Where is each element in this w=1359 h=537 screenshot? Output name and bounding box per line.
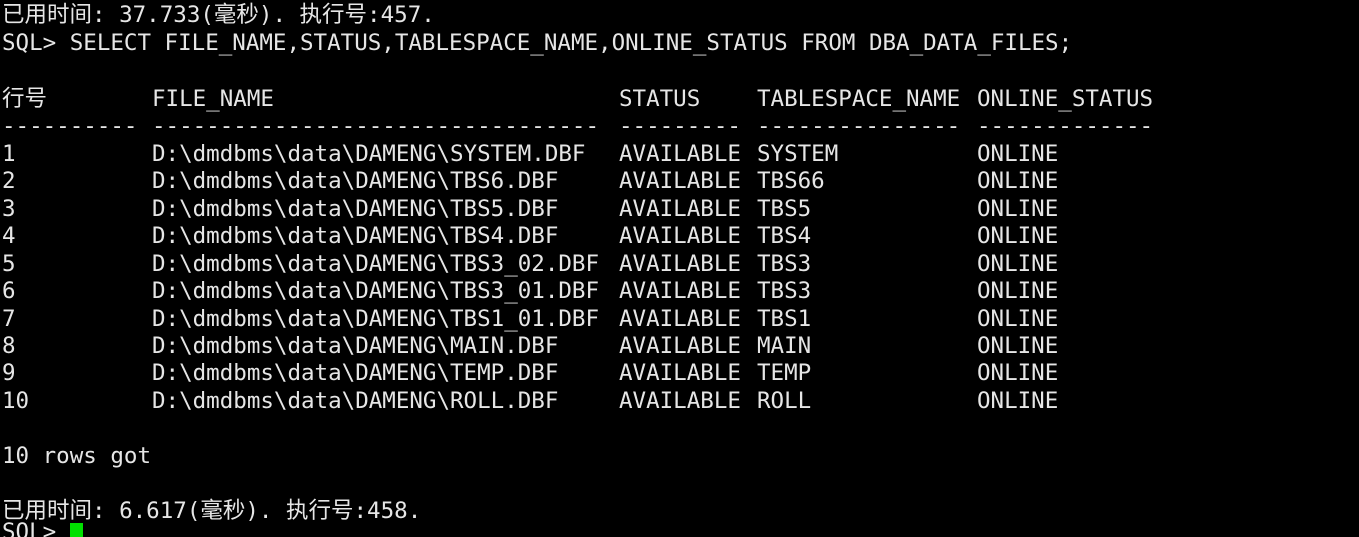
header-online-status: ONLINE_STATUS [977,86,1154,112]
status-cell: AVAILABLE [619,251,741,277]
table-row: 3 D:\dmdbms\data\DAMENG\TBS5.DBF AVAILAB… [2,196,1058,223]
row-number: 3 [2,196,16,222]
table-row: 4 D:\dmdbms\data\DAMENG\TBS4.DBF AVAILAB… [2,223,1058,250]
separator: ------------- [977,113,1154,139]
table-row: 10 D:\dmdbms\data\DAMENG\ROLL.DBF AVAILA… [2,388,1058,415]
status-cell: AVAILABLE [619,333,741,359]
online-status-cell: ONLINE [977,196,1059,222]
file-name-cell: D:\dmdbms\data\DAMENG\MAIN.DBF [152,333,559,359]
header-file-name: FILE_NAME [152,86,274,112]
file-name-cell: D:\dmdbms\data\DAMENG\TBS3_02.DBF [152,251,600,277]
online-status-cell: ONLINE [977,223,1059,249]
sql-prompt: SQL> [2,519,70,537]
tablespace-cell: MAIN [757,333,812,359]
tablespace-cell: TEMP [757,360,812,386]
file-name-cell: D:\dmdbms\data\DAMENG\TBS1_01.DBF [152,306,600,332]
header-tablespace-name: TABLESPACE_NAME [757,86,961,112]
row-number: 4 [2,223,16,249]
row-number: 8 [2,333,16,359]
online-status-cell: ONLINE [977,333,1059,359]
online-status-cell: ONLINE [977,388,1059,414]
file-name-cell: D:\dmdbms\data\DAMENG\ROLL.DBF [152,388,559,414]
previous-elapsed-line: 已用时间: 37.733(毫秒). 执行号:457. [2,2,435,28]
tablespace-cell: ROLL [757,388,812,414]
status-cell: AVAILABLE [619,388,741,414]
table-row: 9 D:\dmdbms\data\DAMENG\TEMP.DBF AVAILAB… [2,360,1058,387]
status-cell: AVAILABLE [619,223,741,249]
sql-command-line: SQL> SELECT FILE_NAME,STATUS,TABLESPACE_… [2,30,1073,56]
result-separator-row: ---------- -----------------------------… [2,113,1153,140]
terminal-window[interactable]: 已用时间: 37.733(毫秒). 执行号:457. SQL> SELECT F… [0,0,1359,537]
row-number: 2 [2,168,16,194]
header-row-number: 行号 [2,86,48,112]
status-cell: AVAILABLE [619,196,741,222]
file-name-cell: D:\dmdbms\data\DAMENG\TEMP.DBF [152,360,559,386]
online-status-cell: ONLINE [977,251,1059,277]
header-status: STATUS [619,86,701,112]
status-cell: AVAILABLE [619,168,741,194]
status-cell: AVAILABLE [619,141,741,167]
separator: --------- [619,113,741,139]
row-number: 7 [2,306,16,332]
file-name-cell: D:\dmdbms\data\DAMENG\SYSTEM.DBF [152,141,586,167]
table-row: 5 D:\dmdbms\data\DAMENG\TBS3_02.DBF AVAI… [2,251,1058,278]
table-row: 1 D:\dmdbms\data\DAMENG\SYSTEM.DBF AVAIL… [2,141,1058,168]
table-row: 8 D:\dmdbms\data\DAMENG\MAIN.DBF AVAILAB… [2,333,1058,360]
row-number: 10 [2,388,30,414]
table-row: 6 D:\dmdbms\data\DAMENG\TBS3_01.DBF AVAI… [2,278,1058,305]
tablespace-cell: TBS1 [757,306,812,332]
status-cell: AVAILABLE [619,306,741,332]
text-cursor [69,523,83,537]
status-cell: AVAILABLE [619,278,741,304]
row-number: 6 [2,278,16,304]
row-number: 1 [2,141,16,167]
file-name-cell: D:\dmdbms\data\DAMENG\TBS4.DBF [152,223,559,249]
online-status-cell: ONLINE [977,278,1059,304]
tablespace-cell: TBS3 [757,278,812,304]
tablespace-cell: SYSTEM [757,141,839,167]
result-header-row: 行号 FILE_NAME STATUS TABLESPACE_NAME ONLI… [2,86,1153,113]
table-row: 2 D:\dmdbms\data\DAMENG\TBS6.DBF AVAILAB… [2,168,1058,195]
file-name-cell: D:\dmdbms\data\DAMENG\TBS5.DBF [152,196,559,222]
table-row: 7 D:\dmdbms\data\DAMENG\TBS1_01.DBF AVAI… [2,306,1058,333]
tablespace-cell: TBS66 [757,168,825,194]
rows-got-line: 10 rows got [2,443,152,469]
tablespace-cell: TBS3 [757,251,812,277]
separator: --------------- [757,113,961,139]
prompt-line[interactable]: SQL> [2,519,83,537]
file-name-cell: D:\dmdbms\data\DAMENG\TBS6.DBF [152,168,559,194]
online-status-cell: ONLINE [977,141,1059,167]
tablespace-cell: TBS5 [757,196,812,222]
separator: --------------------------------- [152,113,600,139]
tablespace-cell: TBS4 [757,223,812,249]
row-number: 9 [2,360,16,386]
status-cell: AVAILABLE [619,360,741,386]
separator: ---------- [2,113,138,139]
online-status-cell: ONLINE [977,306,1059,332]
online-status-cell: ONLINE [977,168,1059,194]
online-status-cell: ONLINE [977,360,1059,386]
file-name-cell: D:\dmdbms\data\DAMENG\TBS3_01.DBF [152,278,600,304]
row-number: 5 [2,251,16,277]
